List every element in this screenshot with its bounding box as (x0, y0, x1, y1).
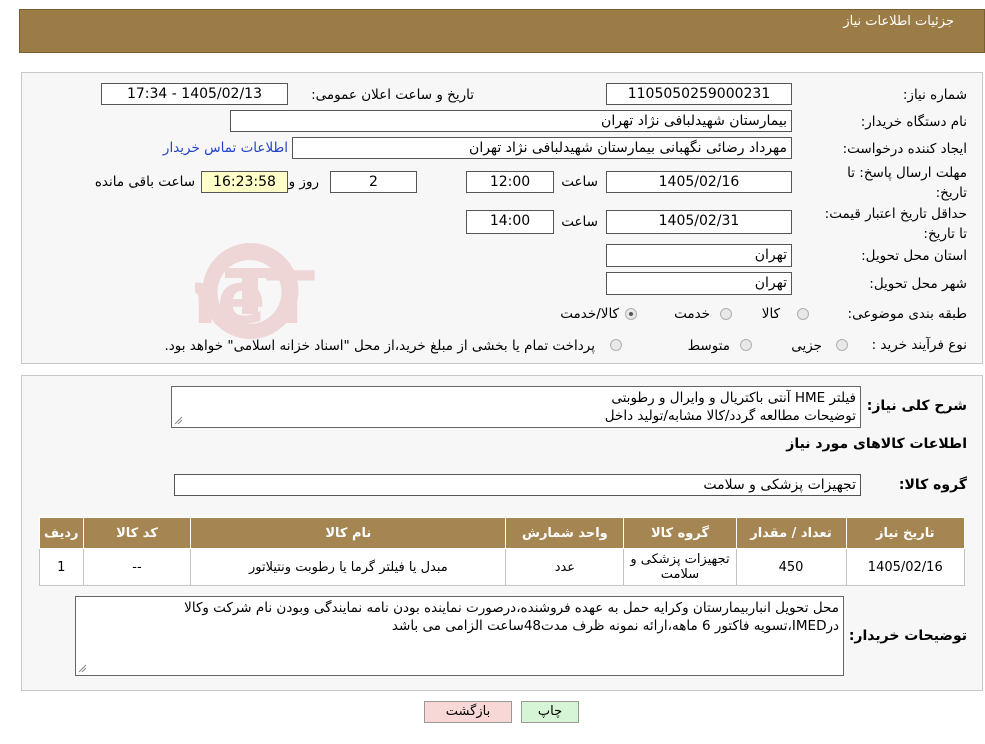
category-option-goods-service: کالا/خدمت (560, 306, 619, 322)
page-title: جزئیات اطلاعات نیاز (843, 14, 954, 29)
process-option-medium: متوسط (687, 338, 730, 354)
items-table-header: تاریخ نیاز تعداد / مقدار گروه کالا واحد … (39, 517, 966, 549)
goods-group-label: گروه کالا: (898, 477, 967, 493)
deadline-date-field: 1405/02/16 (606, 171, 792, 193)
validity-time-field: 14:00 (466, 210, 554, 234)
resize-grip-icon[interactable] (174, 416, 183, 425)
province-label: استان محل تحویل: (861, 248, 967, 264)
city-label: شهر محل تحویل: (869, 276, 967, 292)
goods-group-field: تجهیزات پزشکی و سلامت (174, 474, 861, 496)
buyer-notes-line-2: درIMED،تسویه فاکتور 6 ماهه،ارائه نمونه ظ… (391, 618, 839, 634)
process-option-minor: جزیی (791, 338, 822, 354)
requester-label: ایجاد کننده درخواست: (842, 141, 967, 157)
description-line-2: توضیحات مطالعه گردد/کالا مشابه/تولید داخ… (604, 408, 856, 424)
description-textarea[interactable]: فیلتر HME آنتی باکتریال و وایرال و رطوبت… (171, 386, 861, 428)
resize-grip-icon[interactable] (78, 664, 87, 673)
buyer-contact-link[interactable]: اطلاعات تماس خریدار (163, 140, 288, 156)
col-group: گروه کالا (623, 517, 737, 549)
cell-date: 1405/02/16 (845, 548, 966, 586)
print-button[interactable]: چاپ (521, 701, 579, 723)
col-date: تاریخ نیاز (845, 517, 966, 549)
category-option-service: خدمت (674, 306, 710, 322)
announce-date-field: 1405/02/13 - 17:34 (101, 83, 288, 105)
buyer-org-field: بیمارستان شهیدلبافی نژاد تهران (230, 110, 792, 132)
category-radio-goods-service[interactable] (625, 308, 637, 320)
deadline-label: مهلت ارسال پاسخ: تا تاریخ: (847, 165, 967, 201)
announce-date-label: تاریخ و ساعت اعلان عمومی: (311, 87, 474, 103)
page-header (19, 9, 985, 53)
process-radio-treasury[interactable] (610, 339, 622, 351)
items-table: تاریخ نیاز تعداد / مقدار گروه کالا واحد … (39, 517, 966, 586)
deadline-time-field: 12:00 (466, 171, 554, 193)
col-code: کد کالا (82, 517, 192, 549)
description-label: شرح کلی نیاز: (866, 398, 967, 414)
remaining-time-label: ساعت باقی مانده (94, 174, 195, 190)
process-radio-minor[interactable] (836, 339, 848, 351)
description-line-1: فیلتر HME آنتی باکتریال و وایرال و رطوبت… (611, 390, 856, 406)
remaining-time-field: 16:23:58 (201, 171, 288, 193)
category-label: طبقه بندی موضوعی: (847, 306, 967, 322)
back-button[interactable]: بازگشت (424, 701, 512, 723)
col-name: نام کالا (190, 517, 507, 549)
cell-row: 1 (39, 548, 84, 586)
requester-field: مهرداد رضائی نگهبانی بیمارستان شهیدلبافی… (292, 137, 792, 159)
province-field: تهران (606, 244, 792, 267)
deadline-time-label: ساعت (561, 174, 598, 190)
category-radio-service[interactable] (720, 308, 732, 320)
process-radio-medium[interactable] (740, 339, 752, 351)
process-label: نوع فرآیند خرید : (871, 337, 967, 353)
validity-label: حداقل تاریخ اعتبار قیمت: تا تاریخ: (824, 206, 967, 242)
cell-name: مبدل یا فیلتر گرما یا رطوبت ونتیلاتور (190, 548, 507, 586)
days-remaining-field: 2 (330, 171, 417, 193)
validity-time-label: ساعت (561, 214, 598, 230)
svg-text:AriaTender.neT: AriaTender.neT (195, 256, 315, 340)
goods-section-title: اطلاعات کالاهای مورد نیاز (786, 436, 967, 452)
category-radio-goods[interactable] (797, 308, 809, 320)
days-label: روز و (288, 174, 319, 190)
buyer-notes-textarea[interactable]: محل تحویل انباربیمارستان وکرایه حمل به ع… (75, 596, 844, 676)
cell-quantity: 450 (735, 548, 847, 586)
col-unit: واحد شمارش (505, 517, 625, 549)
table-row: 1405/02/16 450 تجهیزات پزشکی و سلامت عدد… (39, 548, 966, 586)
buyer-notes-label: توضیحات خریدار: (848, 628, 967, 644)
cell-group: تجهیزات پزشکی و سلامت (623, 548, 737, 586)
cell-code: -- (82, 548, 192, 586)
category-option-goods: کالا (761, 306, 780, 322)
buyer-org-label: نام دستگاه خریدار: (860, 114, 967, 130)
city-field: تهران (606, 272, 792, 295)
need-number-label: شماره نیاز: (902, 87, 967, 103)
cell-unit: عدد (505, 548, 625, 586)
need-number-field: 1105050259000231 (606, 83, 792, 105)
validity-date-field: 1405/02/31 (606, 210, 792, 234)
col-row: ردیف (39, 517, 84, 549)
buyer-notes-line-1: محل تحویل انباربیمارستان وکرایه حمل به ع… (184, 600, 839, 616)
col-quantity: تعداد / مقدار (735, 517, 847, 549)
process-note: پرداخت تمام یا بخشی از مبلغ خرید،از محل … (164, 338, 595, 354)
